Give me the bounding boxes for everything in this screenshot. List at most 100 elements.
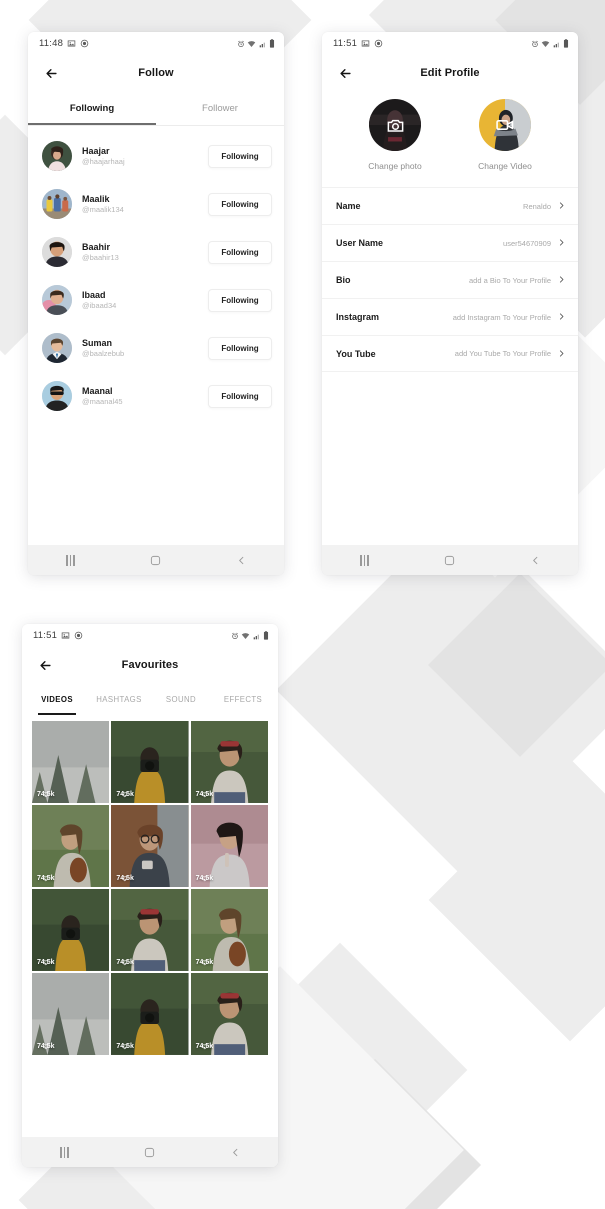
- list-item[interactable]: Haajar @haajarhaaj Following: [28, 132, 284, 180]
- heart-icon: [43, 876, 49, 882]
- change-video-button[interactable]: Change Video: [457, 99, 553, 171]
- status-bar-left: 11:51: [33, 630, 83, 641]
- recents-icon[interactable]: [51, 545, 91, 575]
- status-bar-left: 11:48: [39, 38, 89, 49]
- screenshot-root: 11:48 Follow Following Follower Haajar @…: [0, 0, 605, 1209]
- avatar-art: [42, 189, 72, 219]
- video-tile[interactable]: 74.5k: [111, 972, 189, 1055]
- field-right: user54670909: [503, 234, 566, 252]
- status-bar: 11:51: [322, 32, 578, 55]
- change-photo-label: Change photo: [368, 161, 422, 171]
- following-button[interactable]: Following: [208, 240, 272, 264]
- field-row-name[interactable]: Name Renaldo: [322, 187, 578, 224]
- user-meta: Maanal @maanal45: [82, 385, 208, 408]
- video-grid: 74.5k 74.5k 74.5k 74.5k 74.5k 74.5k 74.5…: [22, 715, 278, 1055]
- avatar-art: [42, 141, 72, 171]
- profile-media-row: Change photo Change Video: [322, 91, 578, 171]
- video-tile[interactable]: 74.5k: [32, 972, 110, 1055]
- following-button[interactable]: Following: [208, 384, 272, 408]
- like-count: 74.5k: [37, 791, 55, 798]
- tab-following-label: Following: [69, 102, 115, 114]
- tab-effects[interactable]: EFFECTS: [212, 683, 274, 715]
- avatar: [42, 141, 72, 171]
- list-item[interactable]: Baahir @baahir13 Following: [28, 228, 284, 276]
- like-count: 74.5k: [116, 959, 134, 966]
- list-item[interactable]: Suman @baalzebub Following: [28, 324, 284, 372]
- like-count: 74.5k: [116, 791, 134, 798]
- field-row-bio[interactable]: Bio add a Bio To Your Profile: [322, 261, 578, 298]
- user-meta: Suman @baalzebub: [82, 337, 208, 360]
- tab-sound[interactable]: SOUND: [150, 683, 212, 715]
- back-arrow-icon[interactable]: [34, 56, 68, 90]
- video-tile[interactable]: 74.5k: [32, 888, 110, 971]
- like-count: 74.5k: [196, 875, 214, 882]
- user-name: Haajar: [82, 145, 110, 156]
- field-row-youtube[interactable]: You Tube add You Tube To Your Profile: [322, 335, 578, 372]
- following-button[interactable]: Following: [208, 144, 272, 168]
- user-handle: @baalzebub: [82, 348, 125, 358]
- video-tile[interactable]: 74.5k: [111, 804, 189, 887]
- field-right: add Instagram To Your Profile: [453, 308, 566, 326]
- battery-icon: [263, 631, 269, 640]
- screen-record-icon: [74, 631, 83, 640]
- field-label: You Tube: [336, 348, 376, 359]
- status-time: 11:51: [333, 38, 358, 49]
- home-icon[interactable]: [130, 1137, 170, 1167]
- video-tile[interactable]: 74.5k: [111, 721, 189, 803]
- change-photo-button[interactable]: Change photo: [347, 99, 443, 171]
- alarm-icon: [237, 40, 245, 48]
- recents-icon[interactable]: [45, 1137, 85, 1167]
- home-icon[interactable]: [136, 545, 176, 575]
- like-count: 74.5k: [196, 959, 214, 966]
- following-button[interactable]: Following: [208, 192, 272, 216]
- video-tile[interactable]: 74.5k: [190, 804, 268, 887]
- video-tile[interactable]: 74.5k: [190, 972, 268, 1055]
- heart-icon: [43, 792, 49, 798]
- tab-follower[interactable]: Follower: [156, 91, 284, 125]
- avatar: [42, 381, 72, 411]
- video-camera-icon: [495, 115, 515, 135]
- tab-following[interactable]: Following: [28, 91, 156, 125]
- user-handle: @baahir13: [82, 252, 119, 262]
- video-tile[interactable]: 74.5k: [111, 888, 189, 971]
- list-item[interactable]: Maanal @maanal45 Following: [28, 372, 284, 420]
- user-name: Maanal: [82, 385, 113, 396]
- chevron-right-icon: [557, 234, 566, 252]
- field-right: add You Tube To Your Profile: [455, 345, 566, 363]
- wifi-icon: [241, 632, 250, 640]
- android-nav-bar: [22, 1137, 278, 1167]
- video-tile[interactable]: 74.5k: [32, 804, 110, 887]
- back-arrow-icon[interactable]: [328, 56, 362, 90]
- like-count: 74.5k: [196, 1043, 214, 1050]
- status-bar: 11:51: [22, 624, 278, 647]
- video-tile[interactable]: 74.5k: [32, 721, 110, 803]
- user-meta: Haajar @haajarhaaj: [82, 145, 208, 168]
- android-nav-bar: [322, 545, 578, 575]
- user-meta: Maalik @maalik134: [82, 193, 208, 216]
- alarm-icon: [231, 632, 239, 640]
- list-item[interactable]: Maalik @maalik134 Following: [28, 180, 284, 228]
- tab-videos[interactable]: VIDEOS: [26, 683, 88, 715]
- status-bar: 11:48: [28, 32, 284, 55]
- profile-photo-avatar: [369, 99, 421, 151]
- video-tile[interactable]: 74.5k: [190, 721, 268, 803]
- follow-user-list: Haajar @haajarhaaj Following Maalik @maa…: [28, 126, 284, 545]
- tab-hashtags[interactable]: HASHTAGS: [88, 683, 150, 715]
- back-icon[interactable]: [215, 1137, 255, 1167]
- field-value: Renaldo: [523, 201, 551, 211]
- user-name: Maalik: [82, 193, 110, 204]
- user-meta: Baahir @baahir13: [82, 241, 208, 264]
- android-nav-bar: [28, 545, 284, 575]
- back-arrow-icon[interactable]: [28, 648, 62, 682]
- home-icon[interactable]: [430, 545, 470, 575]
- back-icon[interactable]: [515, 545, 555, 575]
- list-item[interactable]: Ibaad @ibaad34 Following: [28, 276, 284, 324]
- following-button[interactable]: Following: [208, 336, 272, 360]
- field-row-username[interactable]: User Name user54670909: [322, 224, 578, 261]
- field-value: add Instagram To Your Profile: [452, 312, 551, 322]
- following-button[interactable]: Following: [208, 288, 272, 312]
- field-row-instagram[interactable]: Instagram add Instagram To Your Profile: [322, 298, 578, 335]
- recents-icon[interactable]: [345, 545, 385, 575]
- back-icon[interactable]: [221, 545, 261, 575]
- video-tile[interactable]: 74.5k: [190, 888, 268, 971]
